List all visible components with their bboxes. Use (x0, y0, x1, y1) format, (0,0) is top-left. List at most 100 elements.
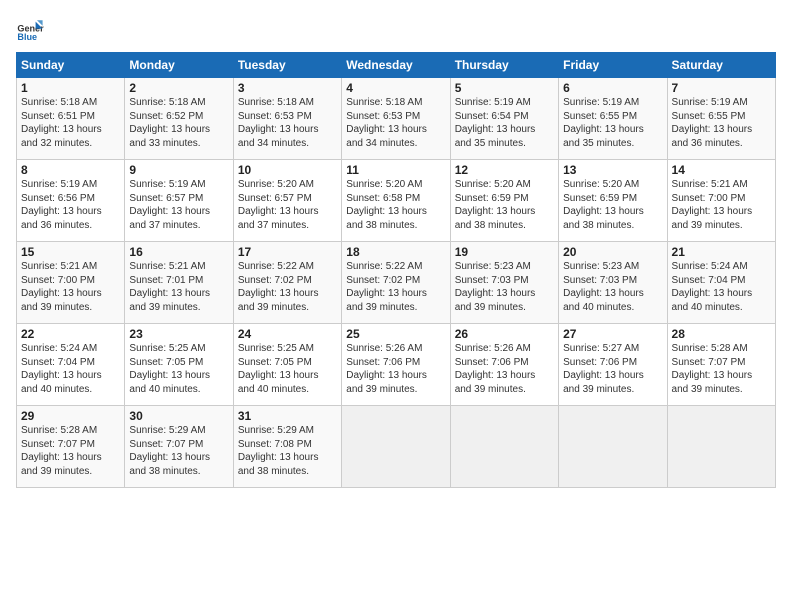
calendar-cell: 18 Sunrise: 5:22 AM Sunset: 7:02 PM Dayl… (342, 242, 450, 324)
daylight-label: Daylight: 13 hours (346, 288, 427, 299)
sunrise-label: Sunrise: 5:19 AM (21, 179, 97, 190)
day-number: 17 (238, 245, 337, 259)
sunset-label: Sunset: 6:58 PM (346, 193, 420, 204)
sunrise-label: Sunrise: 5:20 AM (563, 179, 639, 190)
sunrise-label: Sunrise: 5:26 AM (455, 343, 531, 354)
daylight-label: Daylight: 13 hours (129, 288, 210, 299)
day-number: 15 (21, 245, 120, 259)
day-info: Sunrise: 5:25 AM Sunset: 7:05 PM Dayligh… (238, 342, 337, 396)
calendar-cell (667, 406, 775, 488)
day-info: Sunrise: 5:20 AM Sunset: 6:57 PM Dayligh… (238, 178, 337, 232)
daylight-label: Daylight: 13 hours (563, 206, 644, 217)
calendar-cell: 3 Sunrise: 5:18 AM Sunset: 6:53 PM Dayli… (233, 78, 341, 160)
daylight-minutes: and 39 minutes. (238, 302, 309, 313)
daylight-minutes: and 40 minutes. (129, 384, 200, 395)
daylight-minutes: and 36 minutes. (21, 220, 92, 231)
calendar-cell: 14 Sunrise: 5:21 AM Sunset: 7:00 PM Dayl… (667, 160, 775, 242)
day-info: Sunrise: 5:24 AM Sunset: 7:04 PM Dayligh… (21, 342, 120, 396)
day-info: Sunrise: 5:19 AM Sunset: 6:57 PM Dayligh… (129, 178, 228, 232)
daylight-minutes: and 35 minutes. (563, 138, 634, 149)
day-info: Sunrise: 5:18 AM Sunset: 6:51 PM Dayligh… (21, 96, 120, 150)
daylight-label: Daylight: 13 hours (455, 206, 536, 217)
daylight-label: Daylight: 13 hours (21, 288, 102, 299)
week-row-5: 29 Sunrise: 5:28 AM Sunset: 7:07 PM Dayl… (17, 406, 776, 488)
daylight-label: Daylight: 13 hours (238, 206, 319, 217)
daylight-label: Daylight: 13 hours (346, 370, 427, 381)
calendar-cell: 1 Sunrise: 5:18 AM Sunset: 6:51 PM Dayli… (17, 78, 125, 160)
day-number: 6 (563, 81, 662, 95)
daylight-minutes: and 39 minutes. (346, 302, 417, 313)
day-info: Sunrise: 5:29 AM Sunset: 7:07 PM Dayligh… (129, 424, 228, 478)
daylight-label: Daylight: 13 hours (129, 370, 210, 381)
day-number: 8 (21, 163, 120, 177)
sunset-label: Sunset: 7:05 PM (129, 357, 203, 368)
daylight-minutes: and 39 minutes. (129, 302, 200, 313)
sunrise-label: Sunrise: 5:18 AM (21, 97, 97, 108)
day-number: 29 (21, 409, 120, 423)
daylight-minutes: and 39 minutes. (21, 466, 92, 477)
sunset-label: Sunset: 7:07 PM (672, 357, 746, 368)
daylight-label: Daylight: 13 hours (238, 452, 319, 463)
day-info: Sunrise: 5:22 AM Sunset: 7:02 PM Dayligh… (238, 260, 337, 314)
calendar-table: SundayMondayTuesdayWednesdayThursdayFrid… (16, 52, 776, 488)
calendar-cell: 10 Sunrise: 5:20 AM Sunset: 6:57 PM Dayl… (233, 160, 341, 242)
day-info: Sunrise: 5:26 AM Sunset: 7:06 PM Dayligh… (346, 342, 445, 396)
sunset-label: Sunset: 7:03 PM (563, 275, 637, 286)
sunrise-label: Sunrise: 5:29 AM (129, 425, 205, 436)
day-number: 5 (455, 81, 554, 95)
daylight-minutes: and 40 minutes. (672, 302, 743, 313)
day-info: Sunrise: 5:20 AM Sunset: 6:59 PM Dayligh… (455, 178, 554, 232)
daylight-label: Daylight: 13 hours (238, 288, 319, 299)
day-info: Sunrise: 5:22 AM Sunset: 7:02 PM Dayligh… (346, 260, 445, 314)
daylight-label: Daylight: 13 hours (455, 124, 536, 135)
daylight-minutes: and 36 minutes. (672, 138, 743, 149)
sunrise-label: Sunrise: 5:19 AM (129, 179, 205, 190)
day-number: 20 (563, 245, 662, 259)
sunset-label: Sunset: 7:00 PM (672, 193, 746, 204)
daylight-minutes: and 39 minutes. (346, 384, 417, 395)
daylight-label: Daylight: 13 hours (672, 124, 753, 135)
daylight-label: Daylight: 13 hours (129, 452, 210, 463)
day-number: 9 (129, 163, 228, 177)
sunrise-label: Sunrise: 5:27 AM (563, 343, 639, 354)
daylight-label: Daylight: 13 hours (129, 206, 210, 217)
logo-icon: General Blue (16, 16, 44, 44)
sunset-label: Sunset: 6:53 PM (238, 111, 312, 122)
daylight-minutes: and 40 minutes. (238, 384, 309, 395)
sunrise-label: Sunrise: 5:24 AM (672, 261, 748, 272)
day-info: Sunrise: 5:21 AM Sunset: 7:00 PM Dayligh… (21, 260, 120, 314)
daylight-minutes: and 37 minutes. (238, 220, 309, 231)
daylight-minutes: and 40 minutes. (21, 384, 92, 395)
sunrise-label: Sunrise: 5:18 AM (346, 97, 422, 108)
day-number: 28 (672, 327, 771, 341)
daylight-minutes: and 39 minutes. (563, 384, 634, 395)
calendar-cell: 8 Sunrise: 5:19 AM Sunset: 6:56 PM Dayli… (17, 160, 125, 242)
sunset-label: Sunset: 6:55 PM (672, 111, 746, 122)
calendar-cell: 31 Sunrise: 5:29 AM Sunset: 7:08 PM Dayl… (233, 406, 341, 488)
day-info: Sunrise: 5:19 AM Sunset: 6:55 PM Dayligh… (563, 96, 662, 150)
day-number: 18 (346, 245, 445, 259)
day-number: 30 (129, 409, 228, 423)
daylight-minutes: and 39 minutes. (672, 220, 743, 231)
weekday-header-monday: Monday (125, 53, 233, 78)
sunset-label: Sunset: 7:07 PM (129, 439, 203, 450)
daylight-minutes: and 38 minutes. (129, 466, 200, 477)
daylight-label: Daylight: 13 hours (21, 370, 102, 381)
calendar-cell: 29 Sunrise: 5:28 AM Sunset: 7:07 PM Dayl… (17, 406, 125, 488)
sunrise-label: Sunrise: 5:21 AM (129, 261, 205, 272)
day-info: Sunrise: 5:18 AM Sunset: 6:52 PM Dayligh… (129, 96, 228, 150)
calendar-cell: 30 Sunrise: 5:29 AM Sunset: 7:07 PM Dayl… (125, 406, 233, 488)
daylight-minutes: and 35 minutes. (455, 138, 526, 149)
day-number: 2 (129, 81, 228, 95)
calendar-cell: 2 Sunrise: 5:18 AM Sunset: 6:52 PM Dayli… (125, 78, 233, 160)
calendar-cell: 9 Sunrise: 5:19 AM Sunset: 6:57 PM Dayli… (125, 160, 233, 242)
day-info: Sunrise: 5:20 AM Sunset: 6:59 PM Dayligh… (563, 178, 662, 232)
week-row-2: 8 Sunrise: 5:19 AM Sunset: 6:56 PM Dayli… (17, 160, 776, 242)
calendar-cell: 11 Sunrise: 5:20 AM Sunset: 6:58 PM Dayl… (342, 160, 450, 242)
daylight-minutes: and 39 minutes. (672, 384, 743, 395)
sunset-label: Sunset: 6:52 PM (129, 111, 203, 122)
weekday-header-wednesday: Wednesday (342, 53, 450, 78)
weekday-header-saturday: Saturday (667, 53, 775, 78)
calendar-cell: 7 Sunrise: 5:19 AM Sunset: 6:55 PM Dayli… (667, 78, 775, 160)
sunrise-label: Sunrise: 5:26 AM (346, 343, 422, 354)
